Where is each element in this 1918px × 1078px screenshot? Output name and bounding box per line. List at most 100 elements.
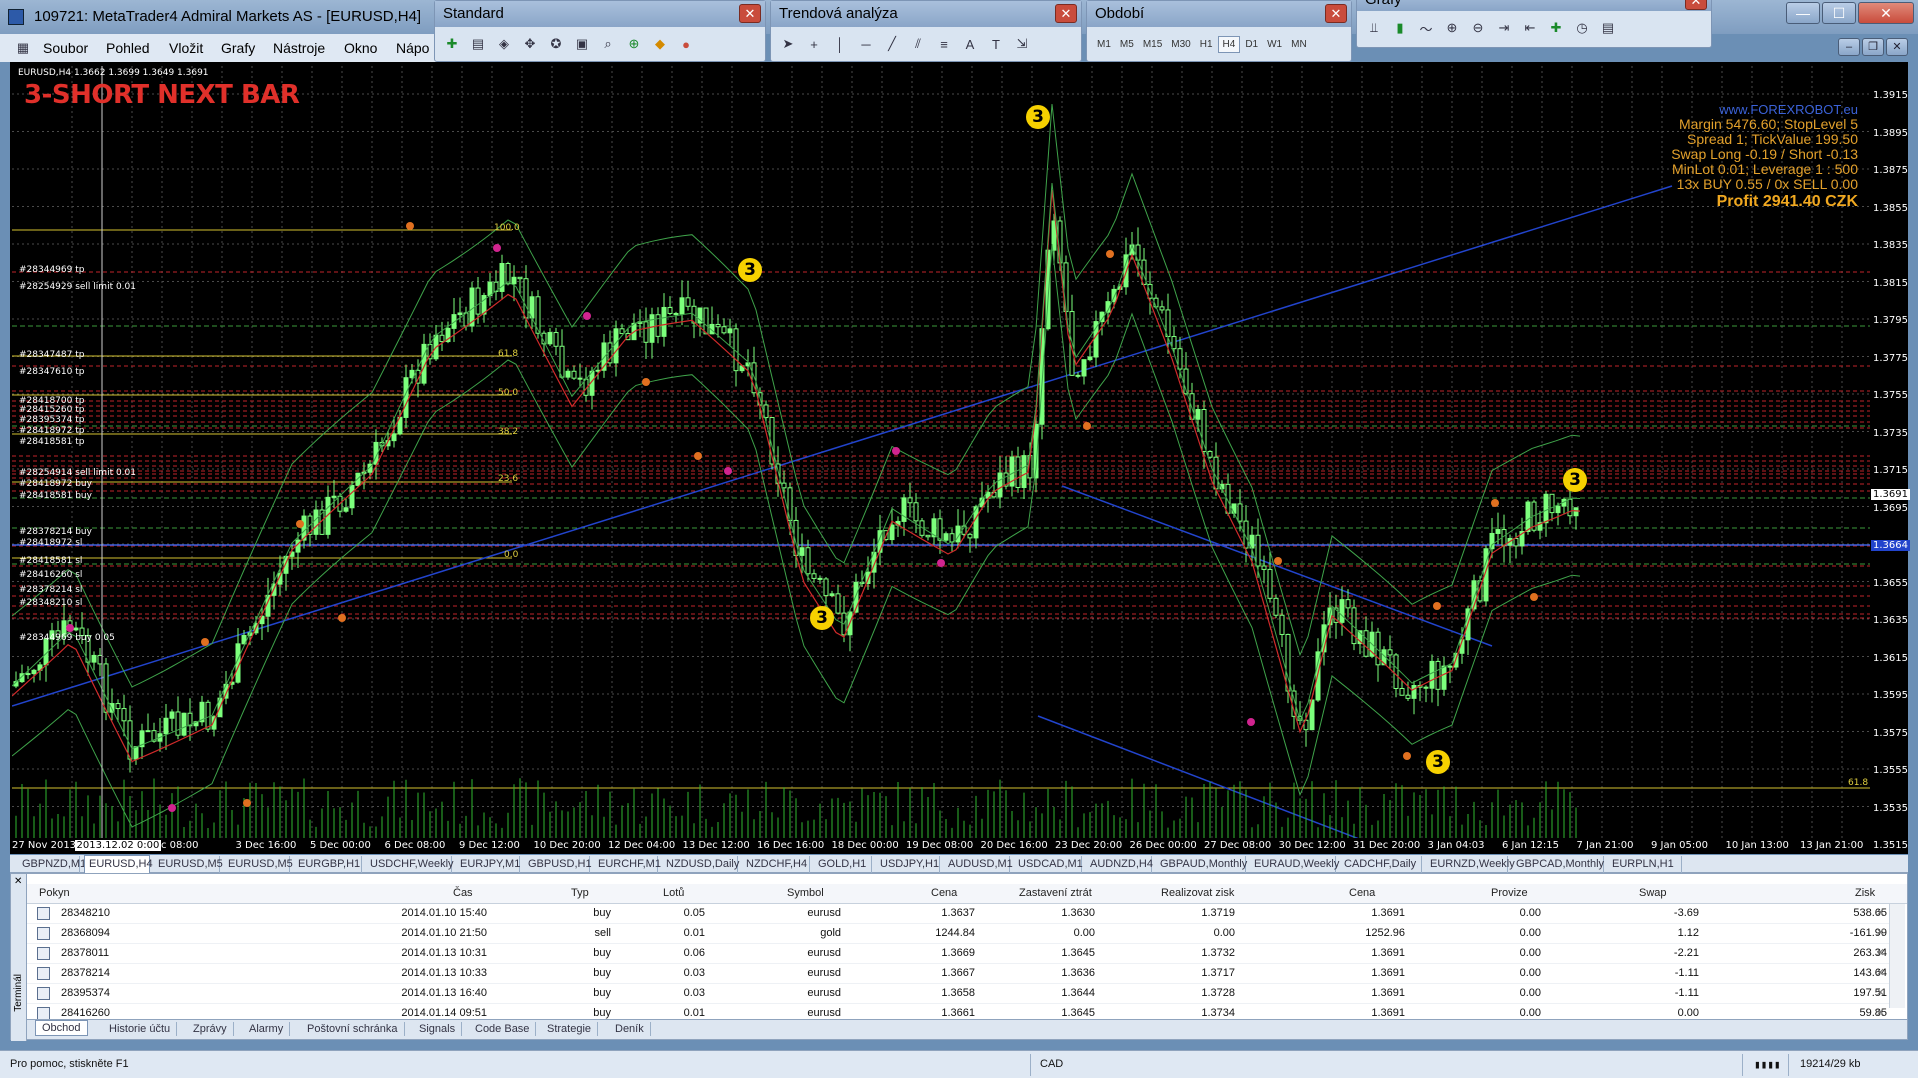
maximize-button[interactable]: ☐ [1822, 2, 1856, 24]
close-order-icon[interactable]: ✕ [1876, 926, 1885, 939]
chart-tab[interactable]: EURGBP,H1 [294, 856, 362, 873]
period-d1[interactable]: D1 [1241, 37, 1262, 52]
order-label[interactable]: #28348210 sl [19, 598, 82, 608]
order-row[interactable]: 28378214 2014.01.13 10:33 buy 0.03 eurusd 1.3… [27, 964, 1891, 984]
chart-shift-icon[interactable]: ⇤ [1519, 17, 1541, 39]
order-label[interactable]: #28418581 buy [19, 491, 92, 501]
order-row[interactable]: 28348210 2014.01.10 15:40 buy 0.05 eurusd 1.3… [27, 904, 1891, 924]
menu-grafy[interactable]: Grafy [221, 40, 255, 56]
price-scale[interactable]: 1.3915 1.3895 1.3875 1.3855 1.3835 1.3815 1.37… [1870, 66, 1910, 851]
period-m15[interactable]: M15 [1139, 37, 1166, 52]
col-typ[interactable]: Typ [571, 887, 589, 899]
terminal-tab[interactable]: Obchod [35, 1020, 88, 1036]
minimize-button[interactable]: — [1786, 2, 1820, 24]
col-swap[interactable]: Swap [1639, 887, 1667, 899]
standard-toolbar-close[interactable]: ✕ [739, 4, 761, 23]
child-close-button[interactable]: ✕ [1886, 38, 1908, 56]
close-order-icon[interactable]: ✕ [1876, 946, 1885, 959]
period-h1[interactable]: H1 [1196, 37, 1217, 52]
terminal-tab[interactable]: Code Base [469, 1022, 537, 1036]
zoom-out-icon[interactable]: ⊖ [1467, 17, 1489, 39]
autoscroll-icon[interactable]: ⇥ [1493, 17, 1515, 39]
terminal-tab[interactable]: Deník [609, 1022, 651, 1036]
expert-advisors-icon[interactable]: ◆ [649, 33, 671, 55]
strategy-tester-icon[interactable]: ⌕ [597, 33, 619, 55]
bar-chart-icon[interactable]: ⫫ [1363, 17, 1385, 39]
chart-tab[interactable]: EURUSD,M5 [224, 856, 293, 873]
order-label[interactable]: #28347487 tp [19, 350, 84, 360]
menu-vlozit[interactable]: Vložit [169, 40, 203, 56]
order-row[interactable]: 28378011 2014.01.13 10:31 buy 0.06 eurusd 1.3… [27, 944, 1891, 964]
col-lotu[interactable]: Lotů [663, 887, 684, 899]
chart-tab[interactable]: GBPNZD,M1 [18, 856, 86, 873]
close-order-icon[interactable]: ✕ [1876, 966, 1885, 979]
col-tp[interactable]: Realizovat zisk [1161, 887, 1234, 899]
order-label[interactable]: #28395374 tp [19, 415, 84, 425]
terminal-tab[interactable]: Strategie [541, 1022, 599, 1036]
zoom-in-icon[interactable]: ⊕ [1441, 17, 1463, 39]
order-label[interactable]: #28254914 sell limit 0.01 [19, 468, 136, 478]
autotrading-icon[interactable]: ● [675, 33, 697, 55]
crosshair-icon[interactable]: ✥ [519, 33, 541, 55]
price-chart[interactable] [12, 66, 1870, 838]
close-button[interactable]: ✕ [1858, 2, 1914, 24]
order-label[interactable]: #28344969 buy 0.05 [19, 633, 115, 643]
cursor-icon[interactable]: ➤ [777, 33, 799, 55]
menu-okno[interactable]: Okno [344, 40, 377, 56]
col-provize[interactable]: Provize [1491, 887, 1528, 899]
horizontal-line-icon[interactable]: ─ [855, 33, 877, 55]
channel-icon[interactable]: ⫽ [907, 33, 929, 55]
chart-tab[interactable]: AUDUSD,M1 [944, 856, 1013, 873]
chart-tab[interactable]: EURAUD,Weekly [1250, 856, 1339, 873]
text-label-icon[interactable]: T [985, 33, 1007, 55]
close-order-icon[interactable]: ✕ [1876, 986, 1885, 999]
menu-napoveda[interactable]: Nápo [396, 40, 429, 56]
col-symbol[interactable]: Symbol [787, 887, 824, 899]
order-label[interactable]: #28416260 sl [19, 570, 82, 580]
new-order-icon[interactable]: ⊕ [623, 33, 645, 55]
line-chart-icon[interactable]: 〜 [1415, 17, 1437, 39]
period-m30[interactable]: M30 [1167, 37, 1194, 52]
order-label[interactable]: #28418972 sl [19, 538, 82, 548]
crosshair-tool-icon[interactable]: + [803, 33, 825, 55]
terminal-tab[interactable]: Alarmy [243, 1022, 291, 1036]
col-sl[interactable]: Zastavení ztrát [1019, 887, 1092, 899]
vertical-line-icon[interactable]: │ [829, 33, 851, 55]
menu-pohled[interactable]: Pohled [106, 40, 150, 56]
arrows-icon[interactable]: ⇲ [1011, 33, 1033, 55]
col-cas[interactable]: Čas [453, 887, 473, 899]
chart-tab[interactable]: EURNZD,Weekly [1426, 856, 1515, 873]
terminal-tab[interactable]: Zprávy [187, 1022, 234, 1036]
terminal-close-icon[interactable]: ✕ [14, 876, 22, 887]
navigator-icon[interactable]: ✪ [545, 33, 567, 55]
terminal-tab[interactable]: Signals [413, 1022, 463, 1036]
market-watch-icon[interactable]: ◈ [493, 33, 515, 55]
order-row[interactable]: 28368094 2014.01.10 21:50 sell 0.01 gold 1244… [27, 924, 1891, 944]
chart-tab[interactable]: USDJPY,H1 [876, 856, 940, 873]
periods-toolbar-close[interactable]: ✕ [1325, 4, 1347, 23]
period-mn[interactable]: MN [1287, 37, 1311, 52]
col-cena2[interactable]: Cena [1349, 887, 1375, 899]
close-order-icon[interactable]: ✕ [1876, 1006, 1885, 1019]
order-label[interactable]: #28347610 tp [19, 367, 84, 377]
close-order-icon[interactable]: ✕ [1876, 906, 1885, 919]
chart-window-icon[interactable]: ▦ [12, 37, 34, 59]
order-label[interactable]: #28254929 sell limit 0.01 [19, 282, 136, 292]
child-restore-button[interactable]: ❐ [1862, 38, 1884, 56]
order-label[interactable]: #28418972 tp [19, 426, 84, 436]
chart-tab[interactable]: GBPUSD,H1 [524, 856, 592, 873]
child-minimize-button[interactable]: – [1838, 38, 1860, 56]
chart-tab[interactable]: GBPCAD,Monthly [1512, 856, 1604, 873]
charts-toolbar-close[interactable]: ✕ [1685, 0, 1707, 10]
order-row[interactable]: 28395374 2014.01.13 16:40 buy 0.03 eurusd 1.3… [27, 984, 1891, 1004]
chart-tab[interactable]: USDCHF,Weekly [366, 856, 454, 873]
candle-chart-icon[interactable]: ▮ [1389, 17, 1411, 39]
order-label[interactable]: #28378214 buy [19, 527, 92, 537]
chart-tab[interactable]: GOLD,H1 [814, 856, 872, 873]
chart-tab[interactable]: USDCAD,M1 [1014, 856, 1083, 873]
indicators-icon[interactable]: ✚ [1545, 17, 1567, 39]
order-label[interactable]: #28418972 buy [19, 479, 92, 489]
order-label[interactable]: #28344969 tp [19, 265, 84, 275]
terminal-tab[interactable]: Poštovní schránka [301, 1022, 405, 1036]
order-label[interactable]: #28418581 sl [19, 556, 82, 566]
